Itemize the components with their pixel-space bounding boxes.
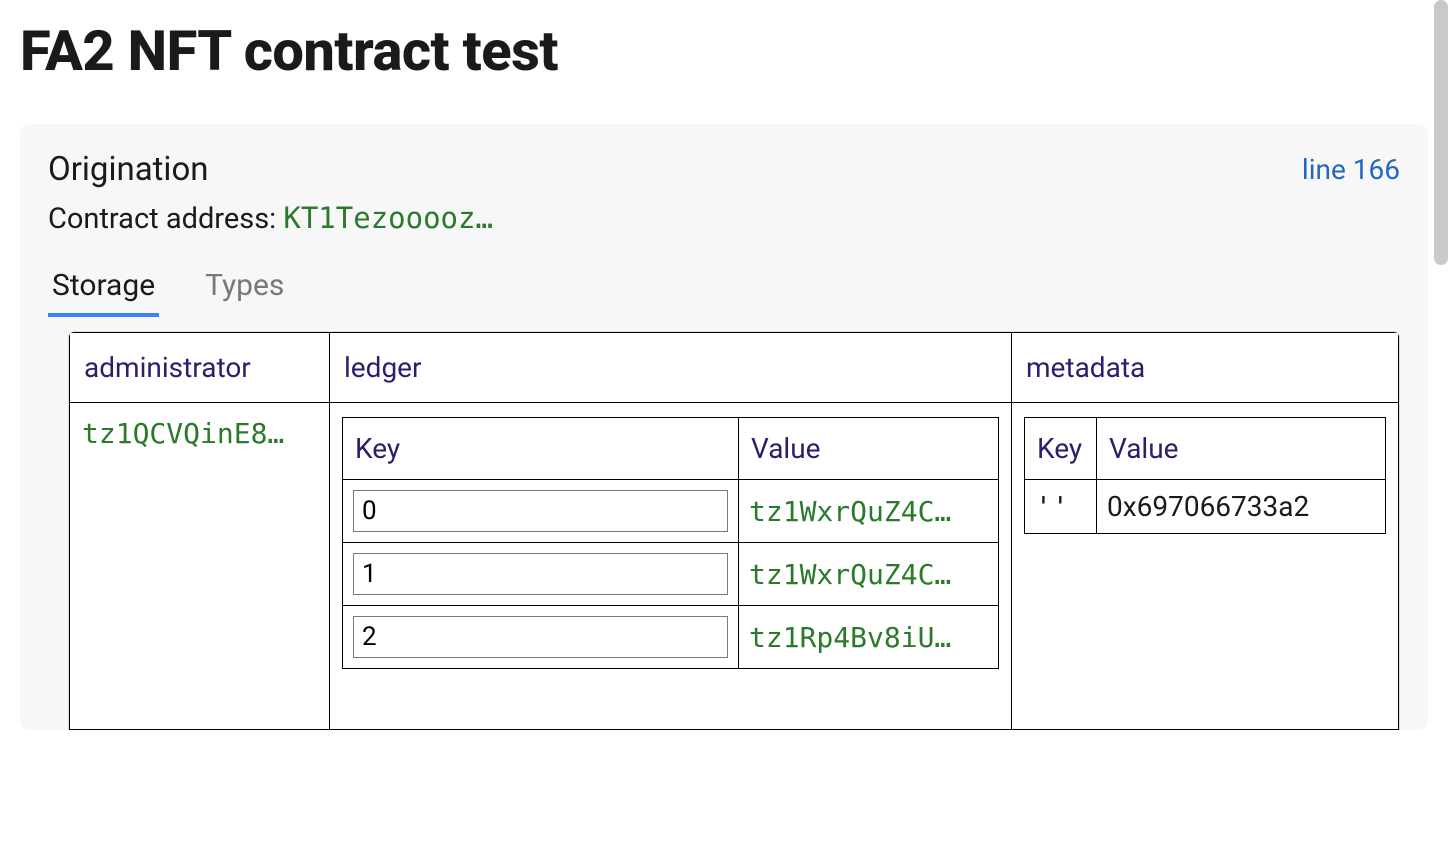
metadata-key-0: ''	[1025, 480, 1097, 534]
ledger-value-1: tz1WxrQuZ4C…	[749, 558, 988, 591]
tab-storage[interactable]: Storage	[48, 268, 159, 317]
tab-types[interactable]: Types	[201, 268, 288, 317]
contract-address-row: Contract address: KT1Tezooooz…	[48, 201, 1400, 236]
ledger-key-header: Key	[343, 418, 739, 480]
origination-card: Origination line 166 Contract address: K…	[20, 124, 1428, 730]
storage-data-row: tz1QCVQinE8… Key Value	[70, 403, 1399, 730]
origination-header: Origination line 166	[48, 150, 1400, 189]
line-link[interactable]: line 166	[1302, 153, 1400, 186]
origination-title: Origination	[48, 150, 209, 189]
metadata-header-row: Key Value	[1025, 418, 1386, 480]
table-row: '' 0x697066733a2	[1025, 480, 1386, 534]
metadata-value-header: Value	[1097, 418, 1386, 480]
ledger-key-input-1[interactable]	[353, 553, 728, 595]
ledger-key-cell	[343, 606, 739, 669]
col-administrator: administrator	[70, 333, 330, 403]
ledger-key-input-2[interactable]	[353, 616, 728, 658]
metadata-key-header: Key	[1025, 418, 1097, 480]
storage-table: administrator ledger metadata tz1QCVQinE…	[69, 332, 1399, 730]
contract-address-value[interactable]: KT1Tezooooz…	[283, 201, 493, 235]
col-ledger: ledger	[330, 333, 1012, 403]
ledger-table: Key Value tz1WxrQuZ4	[342, 417, 999, 669]
page-title: FA2 NFT contract test	[0, 0, 1448, 102]
storage-panel: administrator ledger metadata tz1QCVQinE…	[68, 331, 1400, 730]
administrator-cell: tz1QCVQinE8…	[70, 403, 330, 730]
ledger-value-cell: tz1WxrQuZ4C…	[739, 543, 999, 606]
ledger-header-row: Key Value	[343, 418, 999, 480]
ledger-value-cell: tz1WxrQuZ4C…	[739, 480, 999, 543]
ledger-value-0: tz1WxrQuZ4C…	[749, 495, 988, 528]
administrator-value: tz1QCVQinE8…	[82, 417, 317, 450]
metadata-cell: Key Value '' 0x697066733a2	[1012, 403, 1399, 730]
tabs: Storage Types	[48, 268, 1400, 317]
col-metadata: metadata	[1012, 333, 1399, 403]
ledger-key-input-0[interactable]	[353, 490, 728, 532]
contract-address-label: Contract address:	[48, 202, 283, 236]
storage-header-row: administrator ledger metadata	[70, 333, 1399, 403]
ledger-value-2: tz1Rp4Bv8iU…	[749, 621, 988, 654]
scrollbar[interactable]	[1434, 0, 1448, 265]
metadata-value-0: 0x697066733a2	[1097, 480, 1386, 534]
metadata-table: Key Value '' 0x697066733a2	[1024, 417, 1386, 534]
table-row: tz1WxrQuZ4C…	[343, 543, 999, 606]
ledger-value-header: Value	[739, 418, 999, 480]
table-row: tz1WxrQuZ4C…	[343, 480, 999, 543]
ledger-value-cell: tz1Rp4Bv8iU…	[739, 606, 999, 669]
ledger-key-cell	[343, 480, 739, 543]
ledger-cell: Key Value tz1WxrQuZ4	[330, 403, 1012, 730]
table-row: tz1Rp4Bv8iU…	[343, 606, 999, 669]
ledger-key-cell	[343, 543, 739, 606]
